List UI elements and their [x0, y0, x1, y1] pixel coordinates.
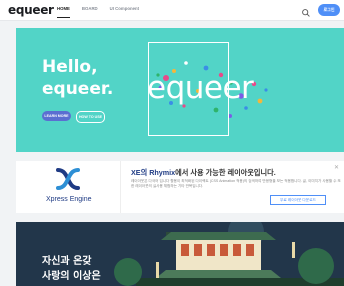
banner-line-2: 사랑의 이상은 [42, 271, 101, 282]
hero-section: Hello, equeer. LEARN MORE HOW TO USE equ… [16, 28, 344, 152]
hero-title: Hello, equeer. [42, 56, 113, 100]
hero-buttons: LEARN MORE HOW TO USE [42, 111, 105, 123]
hero-title-line-1: Hello, [42, 57, 98, 77]
promo-title-highlight: XE의 Rhymix [131, 168, 176, 177]
nav-item-board[interactable]: BOARD [82, 6, 98, 11]
top-navigation-bar: equeer HOME BOARD UI Component 로그인 [0, 0, 344, 21]
download-layout-button[interactable]: 무료 레이아웃 다운로드 [270, 195, 326, 205]
xe-logo-text: Xpress Engine [46, 196, 92, 203]
xe-logo: Xpress Engine [16, 161, 121, 213]
site-logo[interactable]: equeer [8, 3, 54, 17]
hero-brand-text: equeer [147, 70, 254, 106]
xe-promo-card: Xpress Engine XE의 Rhymix에서 사용 가능한 레이아웃입니… [16, 161, 344, 213]
nav-item-ui-component[interactable]: UI Component [110, 6, 139, 11]
promo-title-rest: 에서 사용 가능한 레이아웃입니다. [175, 168, 276, 177]
banner-headline: 자신과 온갖 사랑의 이상은 [42, 254, 101, 284]
xe-logo-icon [56, 168, 80, 190]
promo-title: XE의 Rhymix에서 사용 가능한 레이아웃입니다. [131, 168, 276, 178]
banner-line-1: 자신과 온갖 [42, 256, 92, 267]
login-button[interactable]: 로그인 [318, 4, 340, 16]
hero-title-line-2: equeer. [42, 79, 114, 99]
main-nav: HOME BOARD UI Component [57, 6, 139, 18]
promo-description: 레이아웃은 다국어 입니다 활용이 최적화된 다이렉트 (CSS Animati… [131, 179, 341, 188]
search-icon[interactable] [301, 5, 311, 17]
learn-more-button[interactable]: LEARN MORE [42, 111, 71, 121]
nav-item-home[interactable]: HOME [57, 6, 70, 18]
how-to-use-button[interactable]: HOW TO USE [76, 111, 105, 123]
close-icon[interactable]: ✕ [334, 164, 339, 171]
feature-banner: 자신과 온갖 사랑의 이상은 [16, 222, 344, 286]
